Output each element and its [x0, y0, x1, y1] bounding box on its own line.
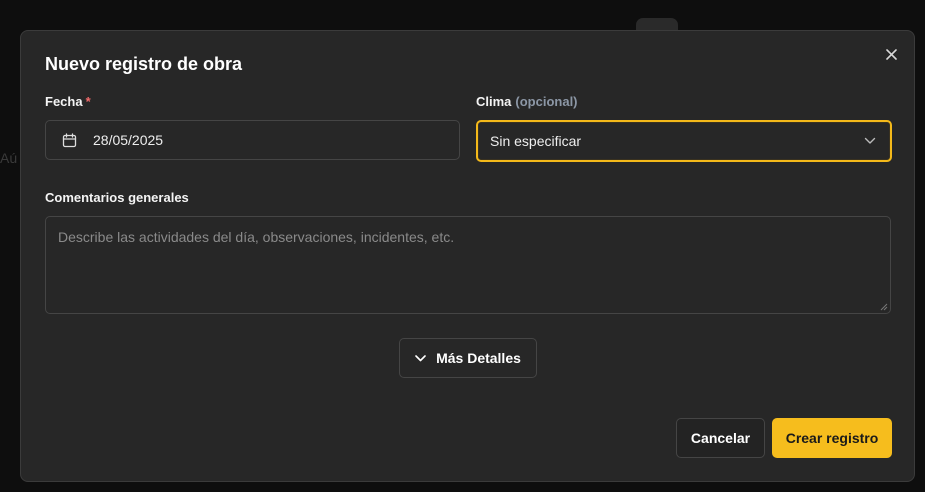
chevron-down-icon — [864, 137, 876, 144]
comments-textarea[interactable]: Describe las actividades del día, observ… — [45, 216, 891, 314]
dialog-title: Nuevo registro de obra — [45, 54, 243, 74]
date-input[interactable]: 28/05/2025 — [45, 120, 460, 160]
weather-label-text: Clima — [476, 94, 512, 109]
weather-label: Clima (opcional) — [476, 94, 578, 109]
calendar-icon — [62, 132, 77, 147]
cancel-label: Cancelar — [690, 430, 751, 446]
comments-placeholder: Describe las actividades del día, observ… — [58, 229, 455, 245]
more-details-button[interactable]: Más Detalles — [399, 338, 537, 378]
required-mark: * — [85, 94, 91, 109]
new-record-dialog: Nuevo registro de obra Fecha * 28/05/2025… — [20, 30, 915, 482]
cancel-button[interactable]: Cancelar — [676, 418, 765, 458]
create-label: Crear registro — [785, 430, 879, 446]
create-record-button[interactable]: Crear registro — [772, 418, 892, 458]
background-partial-text: Aú — [0, 150, 18, 166]
date-label-text: Fecha — [45, 94, 83, 109]
more-details-label: Más Detalles — [436, 350, 521, 366]
optional-text: (opcional) — [515, 94, 578, 109]
chevron-down-icon — [415, 354, 426, 361]
close-button[interactable] — [883, 46, 899, 62]
date-label: Fecha * — [45, 94, 91, 109]
close-icon — [885, 48, 897, 60]
resize-handle-icon[interactable] — [880, 303, 888, 311]
weather-select[interactable]: Sin especificar — [476, 120, 892, 162]
weather-selected-value: Sin especificar — [490, 133, 582, 149]
date-value: 28/05/2025 — [93, 132, 164, 148]
comments-label: Comentarios generales — [45, 190, 189, 205]
